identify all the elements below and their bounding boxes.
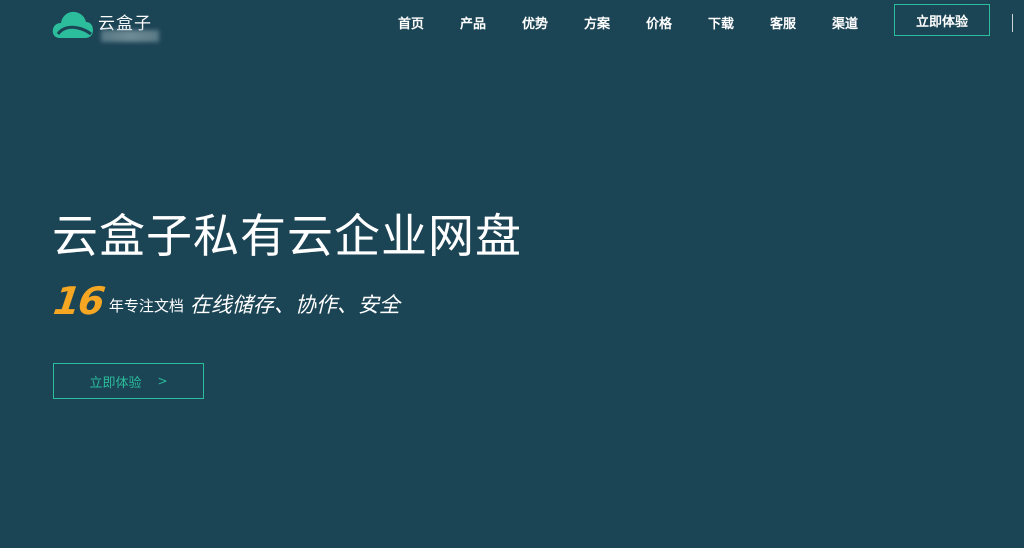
hero-subtitle: 16 年专注文档 在线储存、协作、安全 <box>50 279 400 323</box>
nav-item-advantages[interactable]: 优势 <box>504 13 566 32</box>
page: 云盒子 首页 产品 优势 方案 价格 下载 客服 渠道 立即体验 云盒子私有云企… <box>0 0 1024 548</box>
nav-item-support[interactable]: 客服 <box>752 13 814 32</box>
nav-item-home[interactable]: 首页 <box>380 13 442 32</box>
header: 云盒子 首页 产品 优势 方案 价格 下载 客服 渠道 立即体验 <box>0 0 1024 44</box>
hero-title: 云盒子私有云企业网盘 <box>52 209 522 263</box>
header-try-now-button[interactable]: 立即体验 <box>894 4 990 36</box>
years-number: 16 <box>50 279 106 323</box>
cloud-icon <box>52 11 93 38</box>
hero-cta-label: 立即体验 <box>89 375 142 391</box>
nav-item-solutions[interactable]: 方案 <box>566 13 628 32</box>
blurred-subtitle <box>101 30 159 42</box>
chevron-right-icon: > <box>157 374 168 388</box>
nav-item-download[interactable]: 下载 <box>690 13 752 32</box>
nav-item-channels[interactable]: 渠道 <box>814 13 876 32</box>
years-suffix: 年专注文档 <box>108 297 184 315</box>
nav-item-pricing[interactable]: 价格 <box>628 13 690 32</box>
hero-tagline: 在线储存、协作、安全 <box>189 293 400 317</box>
main-nav: 首页 产品 优势 方案 价格 下载 客服 渠道 <box>380 0 876 44</box>
nav-item-products[interactable]: 产品 <box>442 13 504 32</box>
hero-try-now-button[interactable]: 立即体验 > <box>53 363 204 399</box>
header-divider <box>1012 14 1013 32</box>
